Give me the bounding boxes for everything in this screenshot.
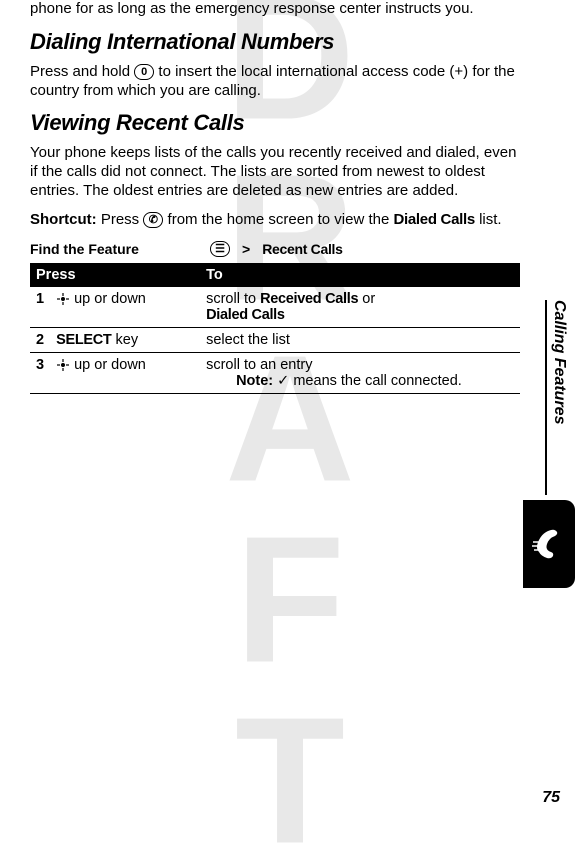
section-tab-label: Calling Features — [550, 300, 568, 424]
side-divider — [545, 300, 547, 495]
nav-key-icon — [56, 292, 70, 306]
recent-body: Your phone keeps lists of the calls you … — [30, 144, 520, 200]
shortcut-label: Shortcut: — [30, 211, 97, 228]
shortcut-a: Press — [97, 211, 144, 228]
press-suffix-1: up or down — [70, 291, 146, 307]
find-feature-row: Find the Feature ☰ > Recent Calls — [30, 241, 520, 257]
intl-text-a: Press and hold — [30, 63, 134, 80]
path-gt: > — [242, 241, 250, 257]
shortcut-b: from the home screen to view the — [163, 211, 393, 228]
to1-a: scroll to — [206, 291, 260, 307]
find-feature-label: Find the Feature — [30, 241, 210, 257]
to3-text: scroll to an entry — [206, 357, 312, 373]
press-suffix-3: up or down — [70, 357, 146, 373]
note-body: means the call connected. — [289, 373, 462, 389]
international-body: Press and hold 0 to insert the local int… — [30, 63, 520, 101]
press-suffix-2: key — [111, 332, 138, 348]
table-header-row: Press To — [30, 263, 520, 287]
nav-key-icon — [56, 358, 70, 372]
step-to-3: scroll to an entry Note: ✓ means the cal… — [200, 353, 520, 394]
step-press-1: up or down — [50, 287, 200, 328]
checkmark-icon: ✓ — [277, 373, 289, 389]
heading-international: Dialing International Numbers — [30, 29, 520, 55]
table-row: 3 up or down scroll to an entry Note: ✓ … — [30, 353, 520, 394]
step-num-3: 3 — [30, 353, 50, 394]
table-row: 1 up or down scroll to Received Calls or… — [30, 287, 520, 328]
th-to: To — [200, 263, 520, 287]
dialed-calls-text: Dialed Calls — [206, 307, 285, 323]
steps-table: Press To 1 up or down scroll to Received… — [30, 263, 520, 394]
step-num-2: 2 — [30, 328, 50, 353]
th-press: Press — [30, 263, 200, 287]
step-to-2: select the list — [200, 328, 520, 353]
step-press-3: up or down — [50, 353, 200, 394]
heading-recent-calls: Viewing Recent Calls — [30, 110, 520, 136]
top-paragraph: phone for as long as the emergency respo… — [30, 0, 520, 19]
dialed-calls-menu-text: Dialed Calls — [393, 211, 474, 228]
step-to-1: scroll to Received Calls or Dialed Calls — [200, 287, 520, 328]
phone-tab-icon — [523, 500, 575, 588]
shortcut-line: Shortcut: Press ✆ from the home screen t… — [30, 211, 520, 230]
note-label: Note: — [236, 373, 273, 389]
recent-calls-menu-text: Recent Calls — [262, 241, 342, 257]
shortcut-c: list. — [475, 211, 502, 228]
step-num-1: 1 — [30, 287, 50, 328]
step-press-2: SELECT key — [50, 328, 200, 353]
send-key-icon: ✆ — [143, 212, 163, 228]
handset-icon — [529, 524, 569, 564]
table-row: 2 SELECT key select the list — [30, 328, 520, 353]
to1-b: or — [358, 291, 375, 307]
select-key-text: SELECT — [56, 332, 111, 348]
received-calls-text: Received Calls — [260, 291, 358, 307]
key-zero-icon: 0 — [134, 64, 154, 80]
menu-key-icon: ☰ — [210, 241, 230, 257]
page-number: 75 — [542, 789, 560, 807]
find-feature-path: ☰ > Recent Calls — [210, 241, 343, 257]
page-content: phone for as long as the emergency respo… — [30, 0, 520, 394]
